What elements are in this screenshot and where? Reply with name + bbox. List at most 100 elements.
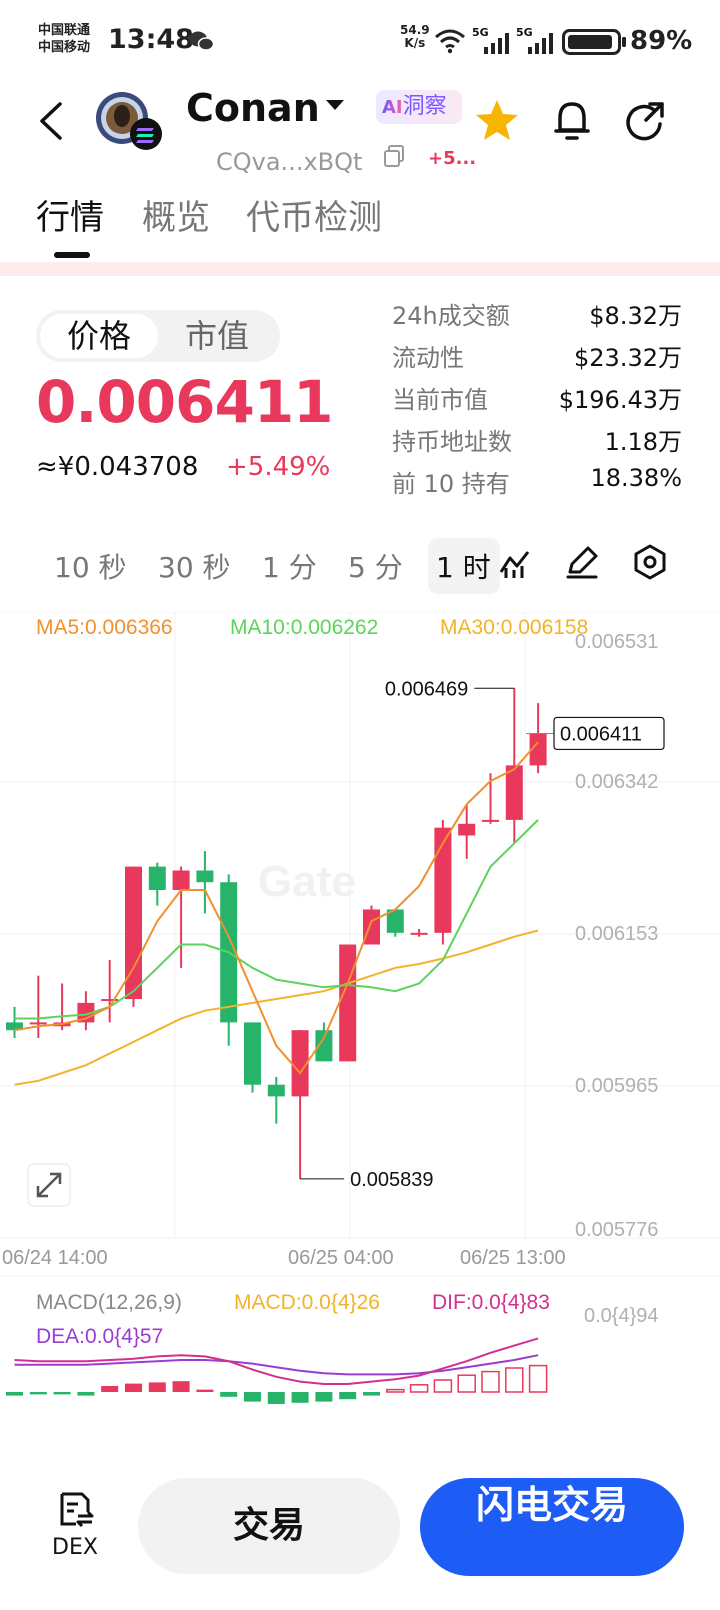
tab-underline: [54, 252, 90, 258]
copy-icon[interactable]: [382, 144, 406, 168]
y-tick: 0.006531: [575, 631, 658, 653]
candle-body: [410, 932, 428, 935]
macd-bar: [291, 1392, 309, 1403]
candle-body: [505, 765, 523, 820]
trade-button[interactable]: 交易: [138, 1478, 400, 1574]
tab-token-check[interactable]: 代币检测: [246, 190, 382, 239]
macd-bar: [244, 1392, 261, 1402]
dex-icon[interactable]: [56, 1490, 96, 1530]
macd-bar: [433, 1379, 453, 1393]
x-axis: 06/24 14:00 06/25 04:00 06/25 13:00: [2, 1247, 566, 1269]
ma10-legend: MA10:0.006262: [230, 616, 378, 639]
settings-icon[interactable]: [632, 544, 668, 580]
macd-bar: [196, 1389, 214, 1392]
candle-body: [29, 1022, 47, 1025]
share-icon[interactable]: [624, 100, 666, 142]
indicator-icon[interactable]: [498, 546, 532, 580]
cny-price: ≈¥0.043708: [36, 452, 199, 482]
contract-address: CQva...xBQt: [216, 148, 363, 176]
expand-chart-icon[interactable]: [27, 1163, 71, 1207]
macd-panel: MACD(12,26,9) MACD:0.0{4}26 DIF:0.0{4}83…: [6, 1291, 659, 1404]
dea-line: [14, 1354, 539, 1376]
caret-down-icon[interactable]: [324, 98, 346, 112]
toggle-price[interactable]: 价格: [40, 314, 158, 358]
candle-body: [148, 866, 166, 890]
macd-bar: [481, 1370, 500, 1393]
macd-bar: [53, 1392, 71, 1395]
macd-params: MACD(12,26,9): [36, 1291, 182, 1314]
macd-bar: [6, 1392, 23, 1396]
macd-bar: [101, 1386, 119, 1392]
macd-bar: [363, 1392, 380, 1396]
signal-icon-1: 5G: [472, 26, 512, 56]
stats-panel: 24h成交额 $8.32万 流动性 $23.32万 当前市值 $196.43万 持币地…: [392, 296, 682, 506]
macd-bar: [220, 1392, 238, 1397]
coin-name[interactable]: Conan: [186, 86, 320, 130]
price-marketcap-toggle: 价格 市值: [36, 310, 280, 362]
ma10-line: [14, 819, 539, 1020]
candle-body: [482, 819, 499, 822]
macd-axis-label: 0.0{4}94: [584, 1305, 659, 1327]
interval-30s[interactable]: 30 秒: [158, 546, 231, 586]
stat-row: 流动性 $23.32万: [392, 344, 682, 372]
signal-icon-2: 5G: [516, 26, 556, 56]
main-tabs: 行情 概览 代币检测: [0, 190, 720, 260]
section-divider: [0, 262, 720, 276]
last-price-label: 0.006411: [560, 723, 642, 745]
y-tick: 0.006153: [575, 923, 658, 945]
macd-bar: [457, 1374, 476, 1393]
high-price-label: 0.006469: [385, 678, 468, 700]
interval-10s[interactable]: 10 秒: [54, 546, 127, 586]
carrier-2: 中国移动: [38, 40, 91, 55]
kline-chart[interactable]: Gate MA5:0.006366 MA10:0.006262 MA30:0.0…: [0, 612, 720, 1424]
dea-value: DEA:0.0{4}57: [36, 1325, 163, 1348]
macd-bar: [148, 1382, 166, 1392]
macd-bar: [409, 1384, 429, 1393]
back-arrow-icon[interactable]: [36, 100, 66, 142]
ai-insight-badge[interactable]: AI洞察: [376, 90, 462, 124]
coin-avatar: [94, 88, 166, 152]
macd-bar: [505, 1367, 524, 1393]
current-price: 0.006411: [36, 368, 334, 436]
candle-body: [458, 823, 476, 836]
dex-label[interactable]: DEX: [52, 1535, 98, 1560]
ma5-line: [14, 741, 539, 1075]
battery-percent: 89%: [630, 26, 693, 56]
star-icon[interactable]: [474, 98, 520, 142]
stat-row: 当前市值 $196.43万: [392, 386, 682, 414]
chart-watermark: Gate: [258, 857, 356, 906]
x-tick: 06/24 14:00: [2, 1247, 108, 1269]
stat-row: 前 10 持有 18.38%: [392, 464, 682, 498]
x-tick: 06/25 04:00: [288, 1247, 394, 1269]
stat-row: 24h成交额 $8.32万: [392, 302, 682, 330]
interval-5m[interactable]: 5 分: [348, 546, 403, 586]
draw-pencil-icon[interactable]: [564, 544, 600, 580]
low-price-label: 0.005839: [350, 1169, 433, 1191]
ma-lines: [14, 741, 539, 1086]
wechat-icon: [189, 31, 214, 51]
y-tick: 0.005965: [575, 1075, 658, 1097]
x-tick: 06/25 13:00: [460, 1247, 566, 1269]
candle-body: [172, 870, 190, 890]
macd-bar: [315, 1392, 333, 1402]
tab-overview[interactable]: 概览: [142, 190, 210, 239]
interval-1m[interactable]: 1 分: [262, 546, 317, 586]
macd-bar: [267, 1392, 285, 1404]
macd-bars: [6, 1364, 548, 1404]
status-bar: 中国联通 中国移动 13:48 54.9 K/s 5G 5G 89%: [0, 0, 720, 80]
net-speed: 54.9 K/s: [400, 23, 430, 50]
macd-bar: [77, 1392, 95, 1396]
candle-body: [196, 870, 214, 883]
candle-body: [101, 999, 119, 1002]
tab-market[interactable]: 行情: [36, 190, 104, 239]
candle-body: [244, 1022, 261, 1085]
macd-bar: [386, 1388, 405, 1393]
bell-icon[interactable]: [552, 98, 592, 142]
dif-value: DIF:0.0{4}83: [432, 1291, 550, 1314]
carrier-info: 中国联通 中国移动: [38, 22, 90, 56]
toggle-marketcap[interactable]: 市值: [158, 314, 276, 358]
flash-trade-button[interactable]: 闪电交易: [420, 1478, 684, 1576]
interval-1h[interactable]: 1 时: [436, 546, 491, 586]
interval-bar: 10 秒 30 秒 1 分 5 分 1 时: [0, 538, 720, 598]
stat-row: 持币地址数 1.18万: [392, 428, 682, 456]
